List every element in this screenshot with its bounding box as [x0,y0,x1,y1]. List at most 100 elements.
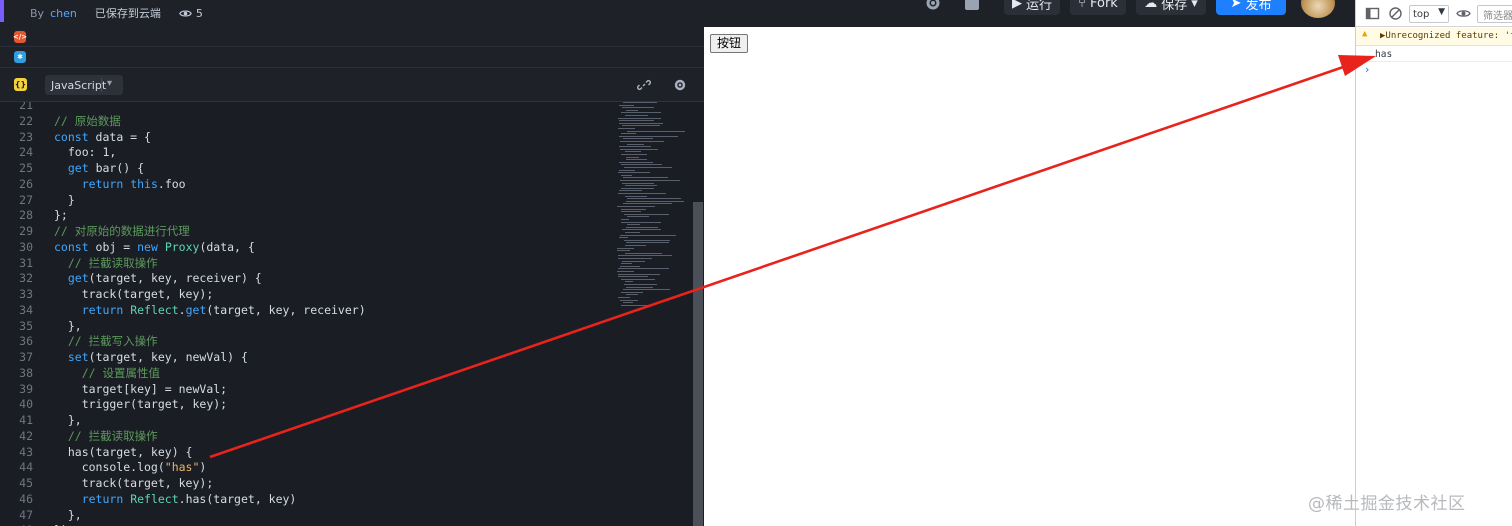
layout-icon[interactable] [963,0,981,12]
html-icon: </> [12,31,28,43]
code-text: }, [54,507,82,522]
clear-console-icon[interactable] [1388,6,1403,21]
minimap-line [622,102,658,103]
filter-input[interactable]: 筛选器 [1477,5,1512,23]
warning-text[interactable]: ▶Unrecognized feature: 'fullscreen'. [1380,31,1512,41]
code-line[interactable]: 35 }, [0,319,610,335]
code-text: }, [54,318,82,333]
code-line[interactable]: 46 return Reflect.has(target, key) [0,492,610,508]
minimap-line [619,234,677,236]
settings-icon[interactable] [673,78,687,92]
minimap[interactable] [617,102,691,312]
code-line[interactable]: 29 // 对原始的数据进行代理 [0,224,610,240]
gear-icon[interactable] [924,0,942,12]
code-editor[interactable]: 21 22// 原始数据 23 const data = {24 foo: 1, 25 … [0,102,704,526]
minimap-line [617,206,656,207]
line-number: 21 [19,102,33,112]
code-text: trigger(target, key); [54,397,228,412]
context-select[interactable]: top ▼ [1409,5,1449,23]
line-number: 38 [19,365,33,380]
css-icon: ✱ [14,51,26,63]
run-button[interactable]: ▶ 运行 [1004,0,1060,15]
sidebar-toggle-icon[interactable] [1365,6,1380,21]
view-count: 5 [179,7,203,20]
link-icon[interactable] [637,78,651,92]
minimap-line [626,143,645,145]
eye-icon[interactable] [1456,6,1471,21]
minimap-line [617,273,660,275]
console-prompt[interactable]: › [1365,63,1369,76]
minimap-line [621,187,654,189]
minimap-line [625,294,638,296]
caret-down-icon: ▼ [1438,7,1445,17]
code-line[interactable]: 21 [0,102,610,114]
code-line[interactable]: 41 }, [0,413,610,429]
publish-label: 发布 [1245,0,1272,13]
minimap-line [617,271,634,272]
language-select[interactable]: JavaScript ▾ [45,75,123,95]
code-line[interactable]: 47 }, [0,508,610,524]
publish-button[interactable]: ➤ 发布 [1216,0,1286,15]
code-line[interactable]: 40 trigger(target, key); [0,397,610,413]
run-label: 运行 [1026,0,1053,13]
minimap-line [626,130,686,132]
code-line[interactable]: 26 return this.foo [0,177,610,193]
minimap-line [618,193,667,194]
code-text: get bar() { [67,161,145,175]
code-line[interactable]: 25 get bar() { [0,161,610,177]
code-line[interactable]: 38 // 设置属性值 [0,366,610,382]
minimap-line [625,242,670,244]
code-line[interactable]: 27 } [0,193,610,209]
play-icon: ▶ [1012,0,1022,11]
code-line[interactable]: 33 track(target, key); [0,287,610,303]
preview-button[interactable]: 按钮 [710,34,749,53]
author-link[interactable]: chen [50,7,77,20]
code-line[interactable]: 22 // 原始数据 [0,114,610,130]
code-line[interactable]: 24 foo: 1, [0,145,610,161]
minimap-line [623,203,672,205]
minimap-line [621,278,655,280]
code-line[interactable]: 34 return Reflect.get(target, key, recei… [0,303,610,319]
minimap-line [619,120,655,122]
code-line[interactable]: 43 has(target, key) { [0,445,610,461]
minimap-line [626,198,682,200]
code-line[interactable]: 30 const obj = new Proxy(data, { [0,240,610,256]
user-avatar[interactable] [1301,0,1335,18]
code-line[interactable]: 42 // 拦截读取操作 [0,429,610,445]
code-text: return Reflect.has(target, key) [81,491,297,506]
minimap-line [620,180,680,181]
fork-button[interactable]: ⑂ Fork [1070,0,1126,15]
minimap-line [620,219,629,220]
code-line[interactable]: 31 // 拦截读取操作 [0,256,610,272]
log-output: has [1375,49,1393,60]
by-label: By [30,6,45,20]
save-button[interactable]: ☁ 保存 ▾ [1136,0,1206,15]
css-panel-header[interactable]: ✱ [0,47,704,68]
code-line[interactable]: 45 track(target, key); [0,476,610,492]
line-number: 42 [19,428,33,443]
line-number: 32 [19,271,33,286]
minimap-line [625,159,647,161]
minimap-line [625,252,663,254]
code-line[interactable]: 39 target[key] = newVal; [0,382,610,398]
minimap-line [625,245,646,246]
code-line[interactable]: 28}; [0,208,610,224]
line-number: 39 [19,381,33,396]
editor-scrollbar[interactable] [693,202,703,526]
line-number: 33 [19,287,33,301]
preview-pane: 按钮 [704,27,1355,526]
line-number: 27 [19,192,33,207]
minimap-line [619,141,665,142]
minimap-line [620,154,648,155]
code-line[interactable]: 44 console.log("has") [0,460,610,476]
select-divider [101,78,102,92]
code-line[interactable]: 32 get(target, key, receiver) { [0,271,610,287]
minimap-line [617,117,662,119]
minimap-line [626,224,640,226]
code-line[interactable]: 37 set(target, key, newVal) { [0,350,610,366]
code-line[interactable]: 23 const data = { [0,130,610,146]
line-number: 25 [19,161,33,175]
minimap-line [618,276,648,278]
code-line[interactable]: 36 // 拦截写入操作 [0,334,610,350]
html-panel-header[interactable]: </> [0,27,704,47]
